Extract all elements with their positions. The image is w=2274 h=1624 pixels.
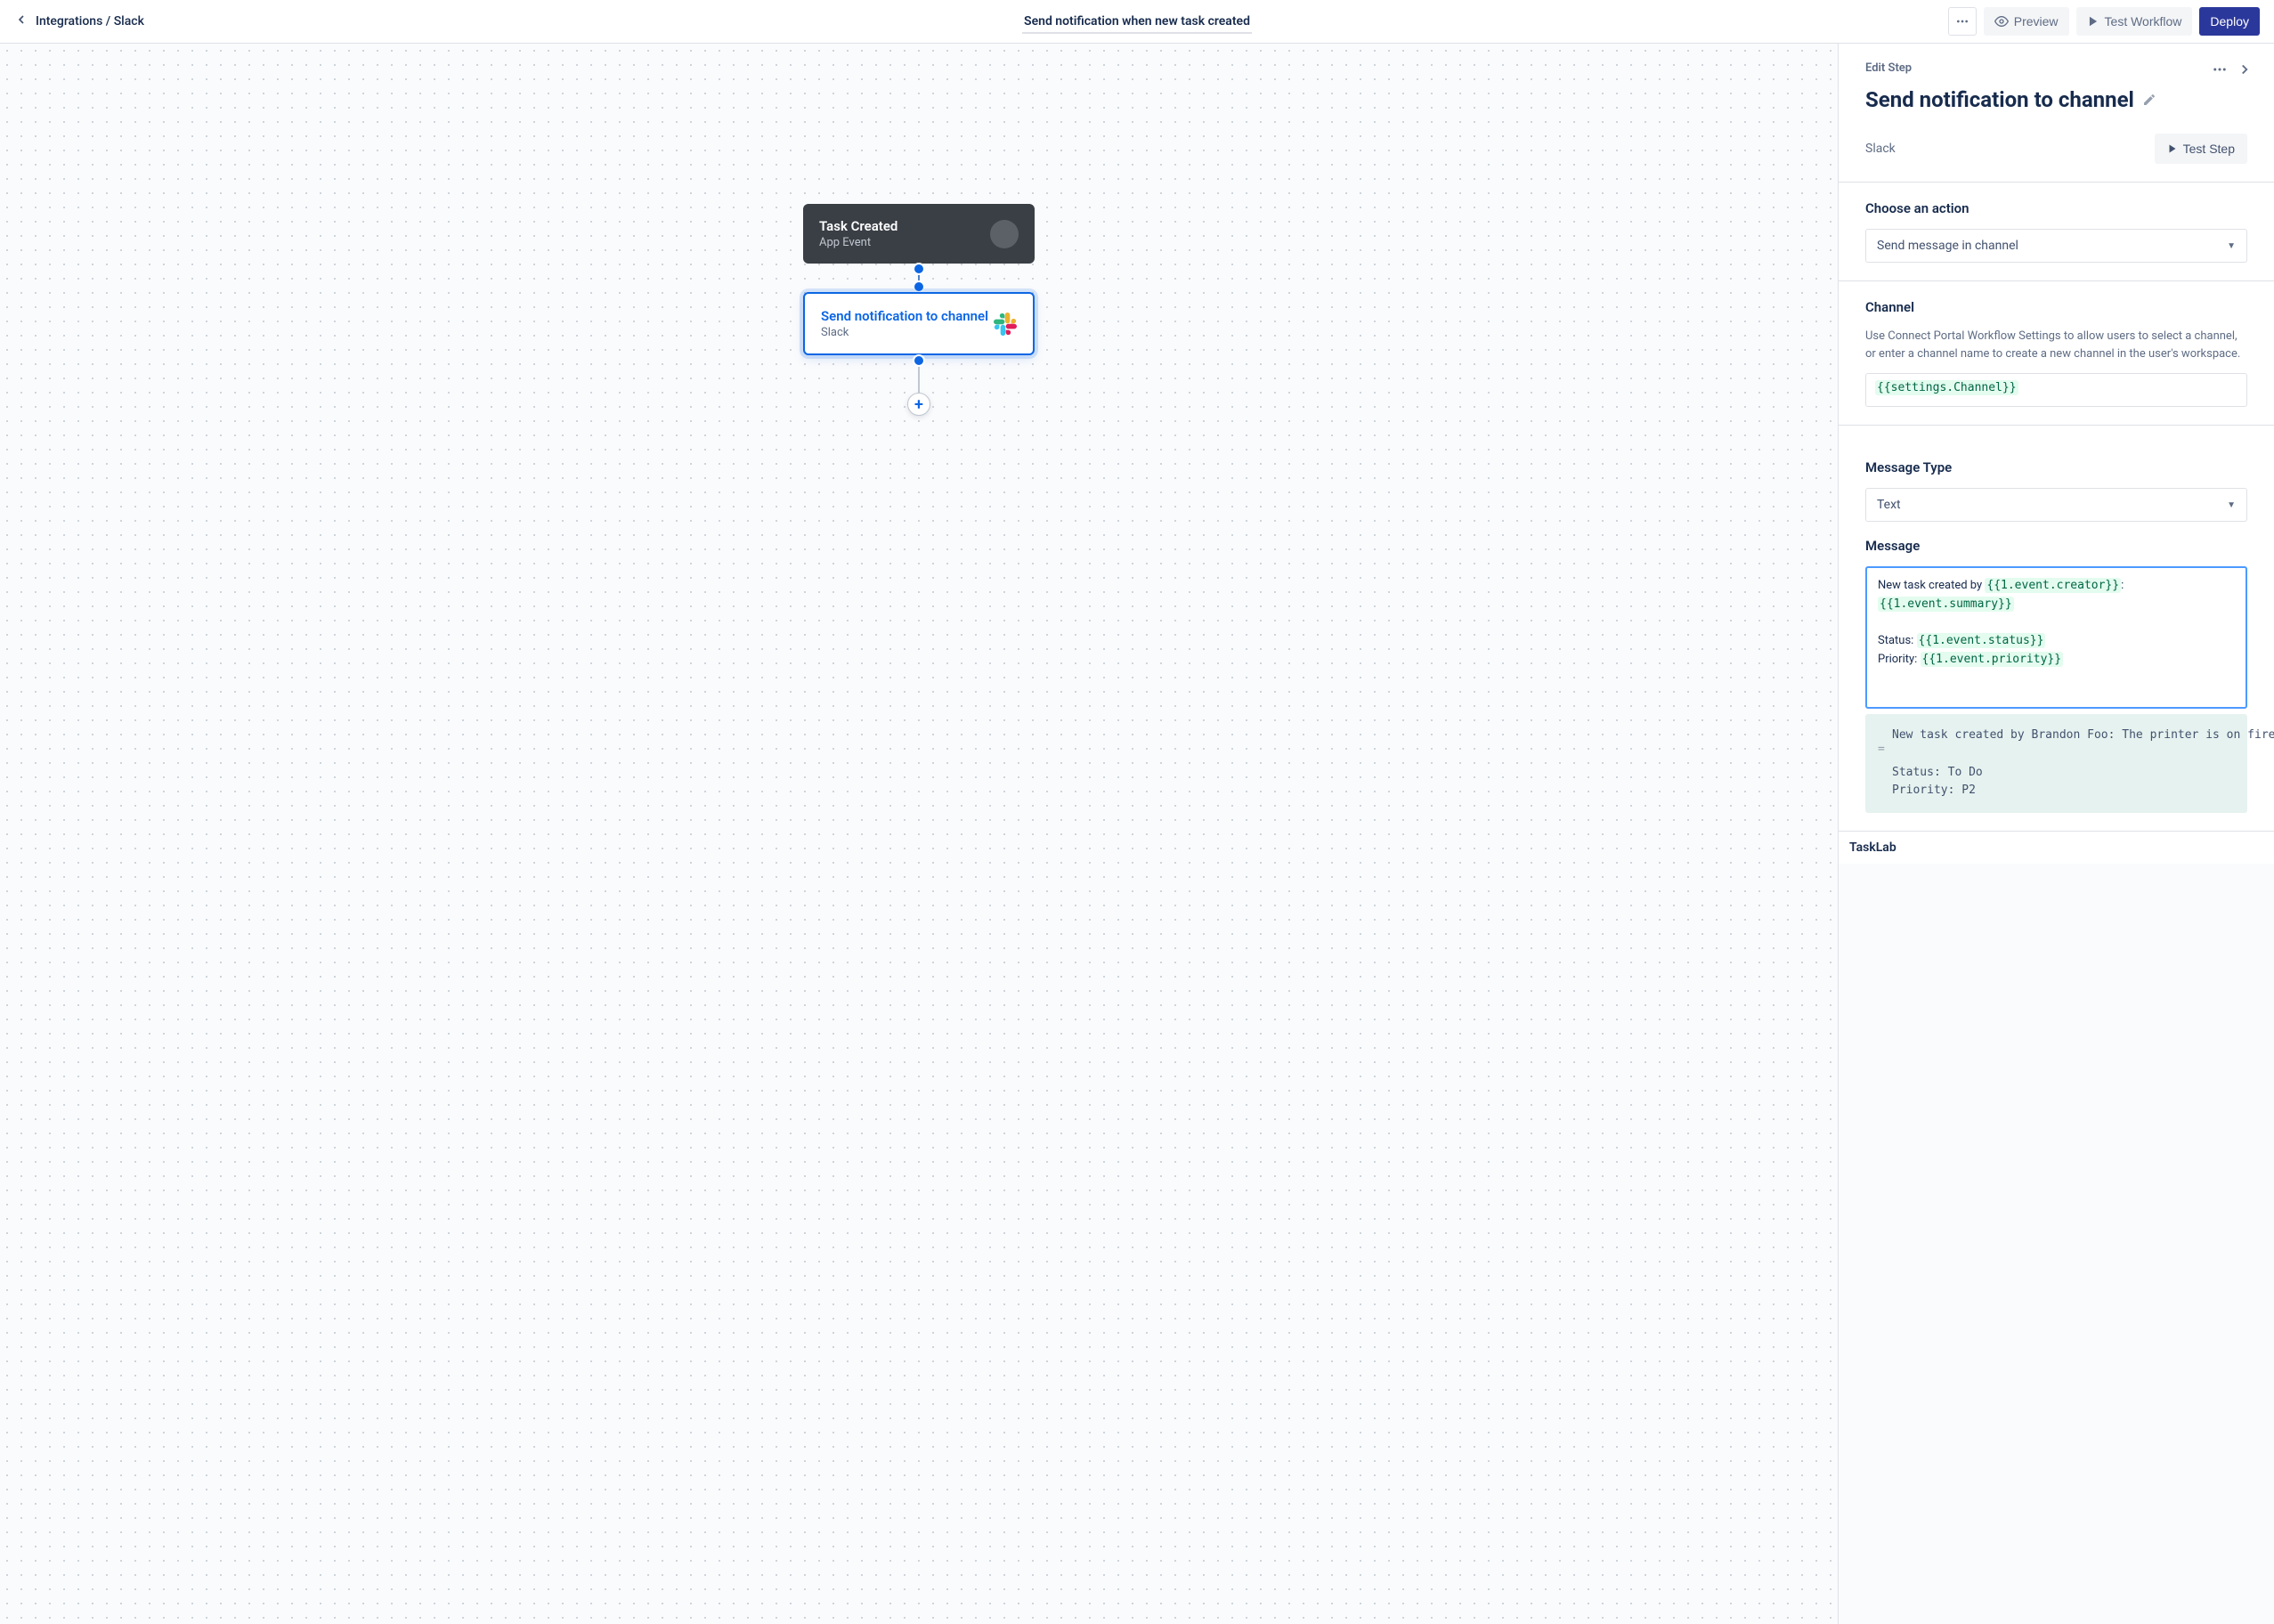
section-title: Message bbox=[1865, 538, 2247, 554]
panel-header: Edit Step Send notification to channel S… bbox=[1839, 44, 2274, 183]
action-selected-value: Send message in channel bbox=[1877, 239, 2018, 253]
preview-label: Preview bbox=[2014, 14, 2059, 28]
deploy-label: Deploy bbox=[2210, 14, 2249, 28]
panel-more-icon[interactable] bbox=[2212, 61, 2228, 81]
token: {{1.event.priority}} bbox=[1921, 652, 2064, 667]
section-title: Channel bbox=[1865, 299, 2247, 315]
test-workflow-label: Test Workflow bbox=[2105, 14, 2182, 28]
workflow-node-trigger[interactable]: Task Created App Event bbox=[803, 204, 1035, 264]
node-title: Send notification to channel bbox=[821, 308, 988, 324]
chevron-down-icon: ▼ bbox=[2227, 241, 2236, 251]
pencil-icon[interactable] bbox=[2142, 96, 2156, 110]
breadcrumb[interactable]: Integrations / Slack bbox=[36, 14, 144, 28]
channel-help-text: Use Connect Portal Workflow Settings to … bbox=[1865, 328, 2247, 362]
app-icon bbox=[990, 220, 1019, 248]
eye-icon bbox=[1994, 14, 2009, 28]
back-icon[interactable] bbox=[14, 12, 28, 30]
test-workflow-button[interactable]: Test Workflow bbox=[2076, 7, 2193, 36]
test-step-button[interactable]: Test Step bbox=[2155, 134, 2247, 164]
message-editor[interactable]: New task created by {{1.event.creator}}:… bbox=[1865, 566, 2247, 709]
message-preview: =New task created by Brandon Foo: The pr… bbox=[1865, 714, 2247, 813]
channel-input[interactable]: {{settings.Channel}} bbox=[1865, 373, 2247, 407]
canvas-content: Task Created App Event Send notification… bbox=[803, 204, 1035, 416]
app-name: Slack bbox=[1865, 142, 1896, 156]
connector bbox=[918, 264, 920, 292]
node-subtitle: App Event bbox=[819, 236, 897, 249]
token: {{1.event.status}} bbox=[1917, 633, 2046, 648]
preview-text: New task created by Brandon Foo: The pri… bbox=[1892, 728, 2274, 797]
section-title: Message Type bbox=[1865, 459, 2247, 475]
deploy-button[interactable]: Deploy bbox=[2199, 7, 2260, 36]
node-subtitle: Slack bbox=[821, 326, 988, 339]
action-select[interactable]: Send message in channel ▼ bbox=[1865, 229, 2247, 263]
workflow-node-action[interactable]: Send notification to channel Slack bbox=[803, 292, 1035, 355]
message-type-select[interactable]: Text ▼ bbox=[1865, 488, 2247, 522]
action-section: Choose an action Send message in channel… bbox=[1839, 183, 2274, 281]
workflow-title[interactable]: Send notification when new task created bbox=[1022, 14, 1252, 34]
node-title: Task Created bbox=[819, 218, 897, 234]
section-title: Choose an action bbox=[1865, 200, 2247, 216]
panel-collapse-icon[interactable] bbox=[2237, 61, 2253, 81]
more-button[interactable] bbox=[1948, 7, 1977, 36]
text: New task created by bbox=[1878, 579, 1985, 592]
message-section: Message Type Text ▼ Message New task cre… bbox=[1839, 426, 2274, 831]
edit-step-label: Edit Step bbox=[1865, 61, 2247, 75]
token: {{1.event.creator}} bbox=[1985, 578, 2121, 593]
token: {{1.event.summary}} bbox=[1878, 597, 2014, 612]
step-title[interactable]: Send notification to channel bbox=[1865, 87, 2134, 112]
add-step-button[interactable]: + bbox=[907, 393, 930, 416]
channel-section: Channel Use Connect Portal Workflow Sett… bbox=[1839, 281, 2274, 426]
header-bar: Integrations / Slack Send notification w… bbox=[0, 0, 2274, 44]
play-icon bbox=[2167, 143, 2178, 154]
message-type-value: Text bbox=[1877, 498, 1901, 512]
text: Priority: bbox=[1878, 653, 1921, 666]
workflow-canvas[interactable]: Task Created App Event Send notification… bbox=[0, 44, 1838, 1624]
play-icon bbox=[2087, 15, 2099, 28]
text: Status: bbox=[1878, 634, 1917, 647]
slack-icon bbox=[994, 313, 1017, 336]
main-area: Task Created App Event Send notification… bbox=[0, 44, 2274, 1624]
preview-button[interactable]: Preview bbox=[1984, 7, 2069, 36]
side-panel: Edit Step Send notification to channel S… bbox=[1838, 44, 2274, 1624]
test-step-label: Test Step bbox=[2183, 142, 2235, 156]
connector bbox=[918, 355, 920, 393]
chevron-down-icon: ▼ bbox=[2227, 500, 2236, 510]
equals-icon: = bbox=[1878, 741, 1885, 759]
footer-app-tag[interactable]: TaskLab bbox=[1839, 831, 2274, 864]
token: {{settings.Channel}} bbox=[1875, 380, 2018, 395]
dots-icon bbox=[1955, 14, 1969, 28]
plus-icon: + bbox=[914, 395, 923, 414]
text: : bbox=[2121, 579, 2124, 592]
